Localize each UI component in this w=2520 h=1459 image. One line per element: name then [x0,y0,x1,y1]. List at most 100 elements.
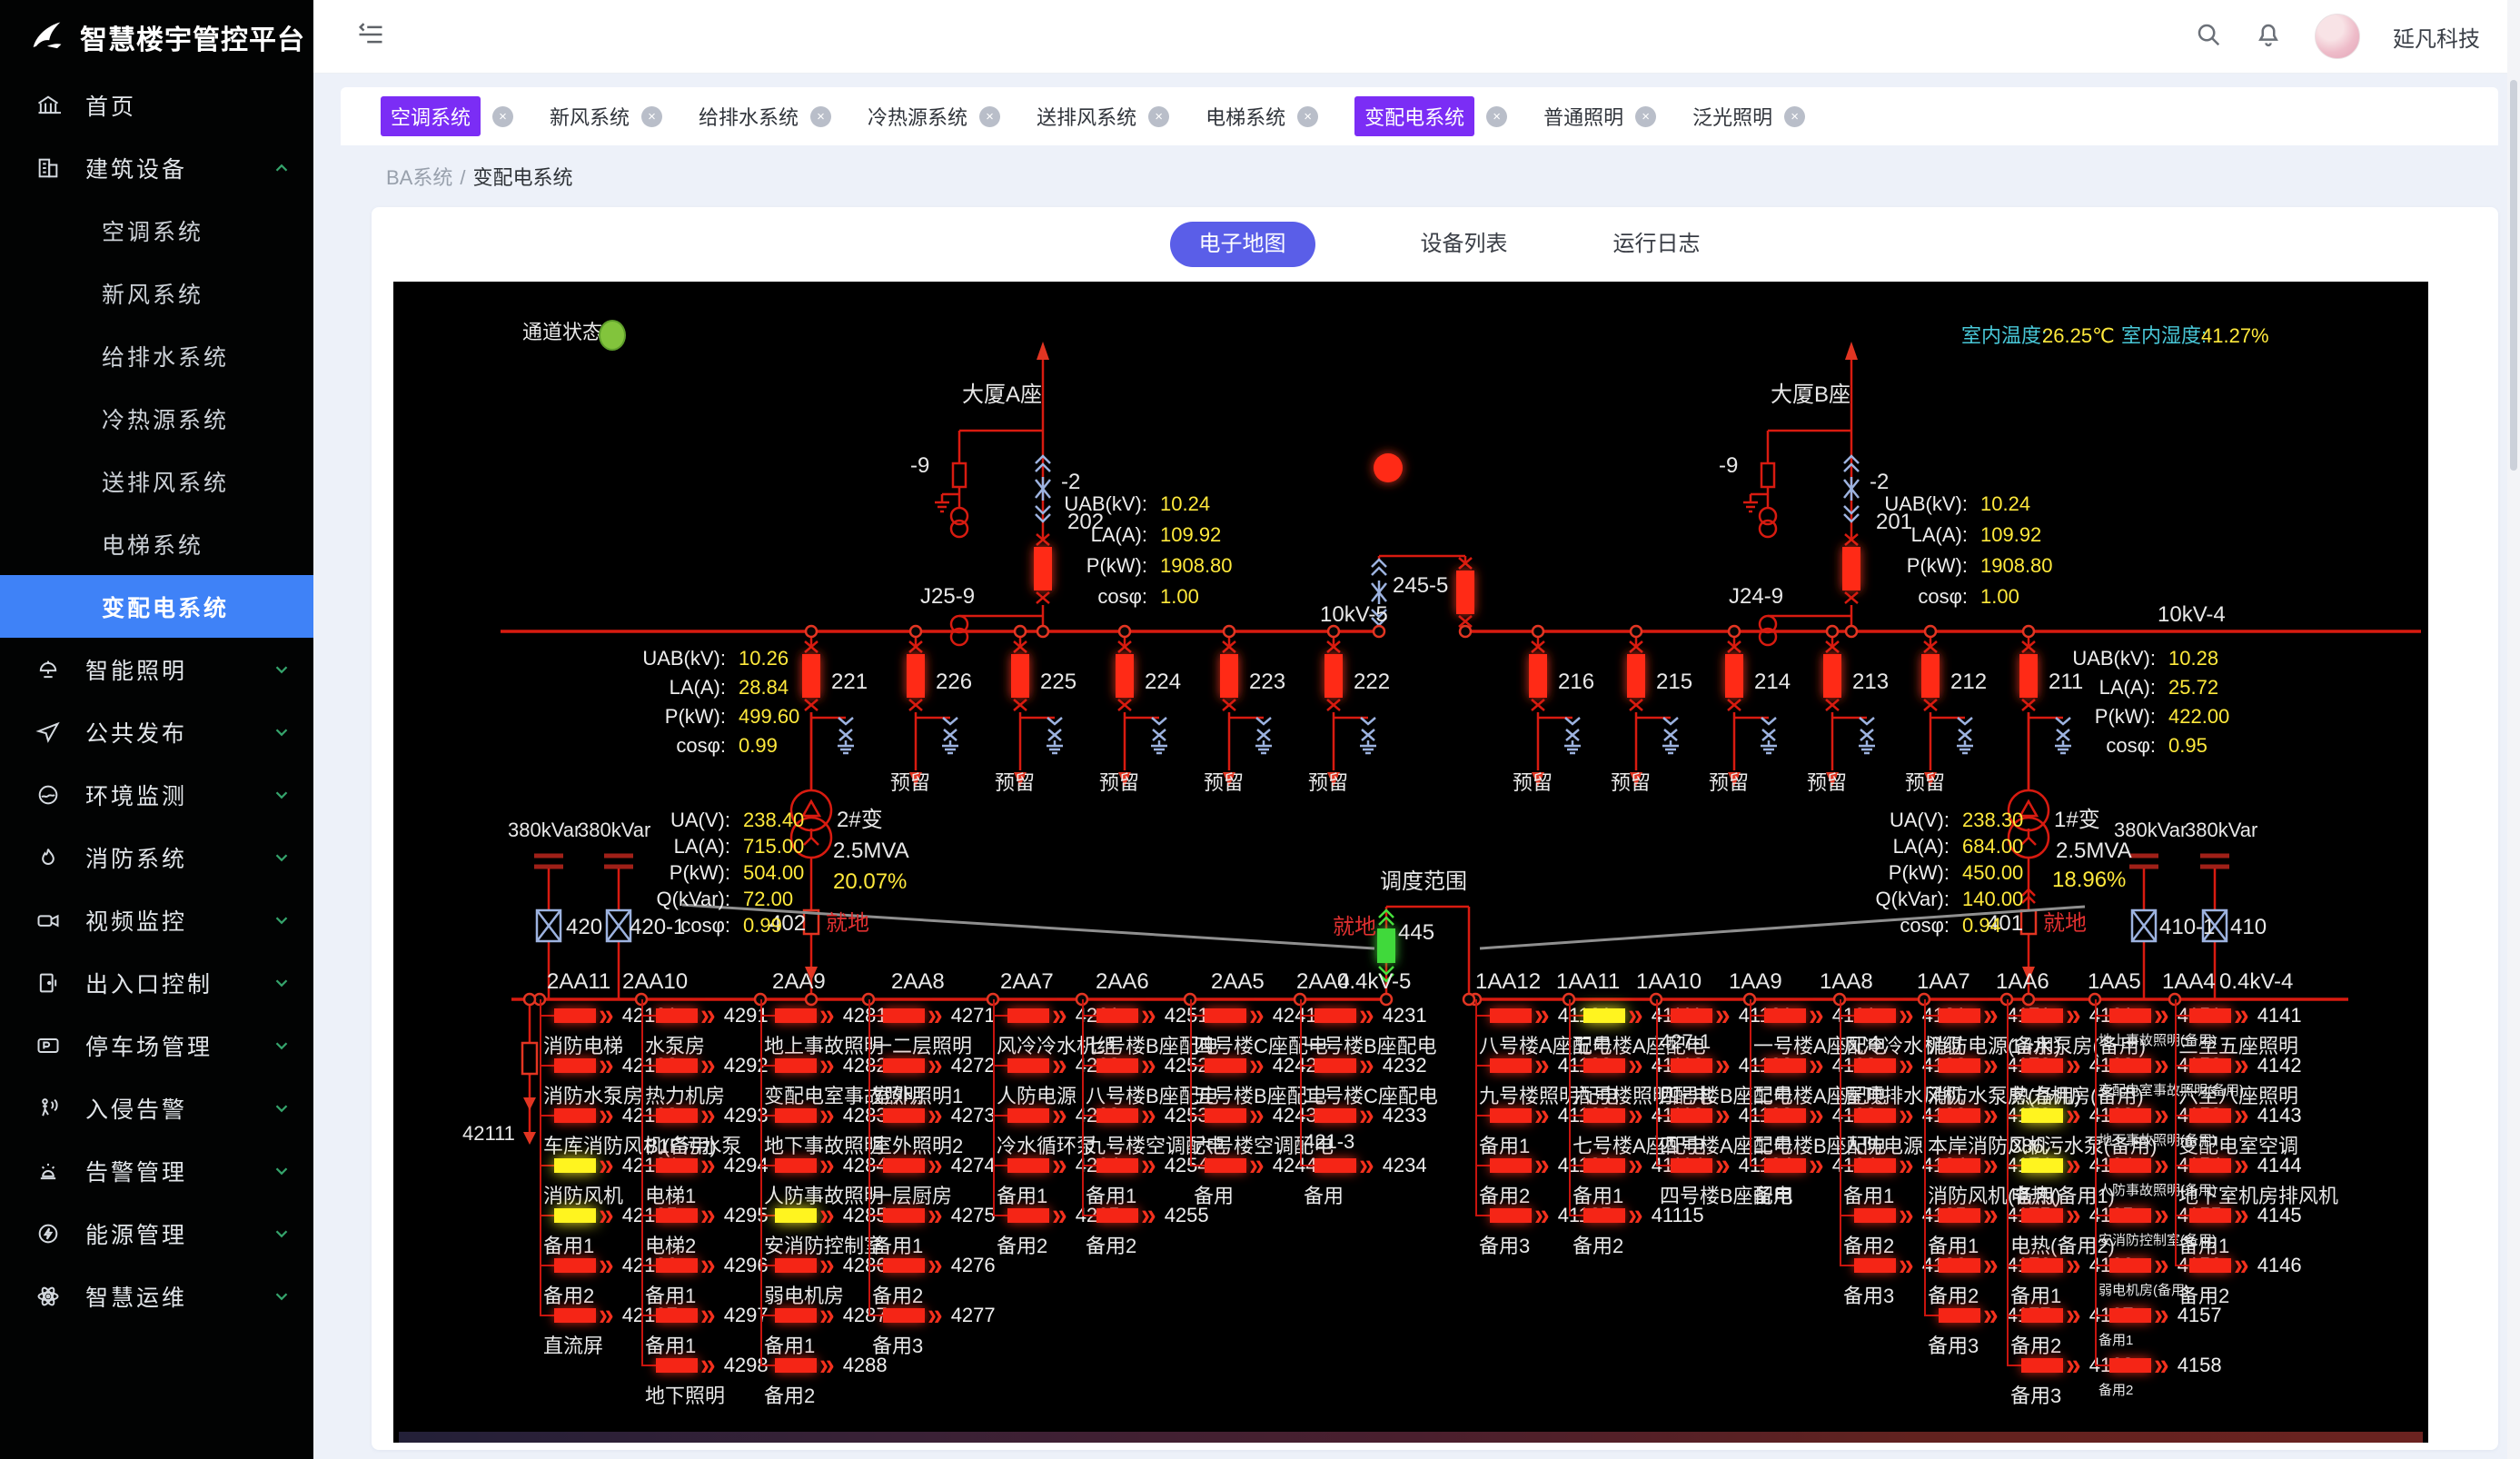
feeder-breaker[interactable] [2021,1058,2063,1073]
sidebar-item-环境监测[interactable]: 环境监测 [0,763,313,826]
feeder-breaker[interactable] [883,1008,925,1023]
feeder-breaker[interactable] [554,1158,596,1173]
feeder-breaker[interactable] [1096,1208,1138,1223]
feeder-breaker[interactable] [1007,1208,1049,1223]
feeder-4271[interactable]: »4271 [868,1008,996,1023]
feeder-breaker[interactable] [1764,1058,1806,1073]
sidebar-item-智能照明[interactable]: 智能照明 [0,638,313,700]
feeder-breaker[interactable] [2109,1308,2151,1323]
tab-给排水系统[interactable]: 给排水系统× [699,102,831,131]
feeder-4232[interactable]: »4232 [1300,1058,1427,1073]
feeder-breaker[interactable] [1764,1108,1806,1123]
feeder-breaker[interactable] [1854,1208,1896,1223]
close-icon[interactable]: × [979,106,1000,127]
sidebar-item-新风系统[interactable]: 新风系统 [0,262,313,324]
feeder-breaker[interactable] [2189,1208,2231,1223]
feeder-breaker[interactable] [2021,1208,2063,1223]
feeder-breaker[interactable] [656,1158,698,1173]
feeder-breaker[interactable] [554,1058,596,1073]
feeder-breaker[interactable] [1854,1058,1896,1073]
sidebar-item-能源管理[interactable]: 能源管理 [0,1202,313,1265]
feeder-breaker[interactable] [775,1008,817,1023]
feeder-breaker[interactable] [1096,1158,1138,1173]
tab-电梯系统[interactable]: 电梯系统× [1205,102,1318,131]
tab-新风系统[interactable]: 新风系统× [550,102,662,131]
feeder-breaker[interactable] [1096,1108,1138,1123]
feeder-4242[interactable]: »4242 [1190,1058,1317,1073]
feeder-breaker[interactable] [2189,1108,2231,1123]
tab-泛光照明[interactable]: 泛光照明× [1692,102,1805,131]
feeder-breaker[interactable] [554,1258,596,1273]
tab-送排风系统[interactable]: 送排风系统× [1037,102,1169,131]
feeder-41115[interactable]: »41115 [1569,1208,1704,1223]
feeder-breaker[interactable] [656,1258,698,1273]
feeder-4243[interactable]: »4243 [1190,1108,1317,1123]
feeder-4158[interactable]: »4158 [2095,1358,2222,1373]
feeder-breaker[interactable] [1490,1208,1532,1223]
user-avatar[interactable] [2315,14,2360,59]
feeder-breaker[interactable] [1583,1008,1625,1023]
feeder-breaker[interactable] [1939,1258,1980,1273]
feeder-4297[interactable]: »4297 [641,1308,769,1323]
feeder-breaker[interactable] [1205,1108,1246,1123]
feeder-breaker[interactable] [1583,1158,1625,1173]
close-icon[interactable]: × [1486,106,1507,127]
feeder-breaker[interactable] [1205,1008,1246,1023]
sidebar-item-变配电系统[interactable]: 变配电系统 [0,575,313,638]
feeder-breaker[interactable] [883,1308,925,1323]
close-icon[interactable]: × [1297,106,1318,127]
sidebar-item-智慧运维[interactable]: 智慧运维 [0,1265,313,1327]
sidebar-item-给排水系统[interactable]: 给排水系统 [0,324,313,387]
feeder-breaker[interactable] [1490,1158,1532,1173]
feeder-4298[interactable]: »4298 [641,1358,769,1373]
feeder-breaker[interactable] [2109,1108,2151,1123]
feeder-breaker[interactable] [1096,1008,1138,1023]
feeder-breaker[interactable] [883,1208,925,1223]
feeder-breaker[interactable] [2109,1208,2151,1223]
feeder-breaker[interactable] [1583,1208,1625,1223]
close-icon[interactable]: × [1148,106,1169,127]
breadcrumb-root[interactable]: BA系统 [386,166,452,189]
feeder-breaker[interactable] [1315,1108,1356,1123]
feeder-4288[interactable]: »4288 [760,1358,888,1373]
feeder-4274[interactable]: »4274 [868,1158,996,1173]
feeder-breaker[interactable] [775,1208,817,1223]
sidebar-item-停车场管理[interactable]: 停车场管理 [0,1014,313,1077]
feeder-4291[interactable]: »4291 [641,1008,769,1023]
sidebar-item-消防系统[interactable]: 消防系统 [0,826,313,888]
feeder-breaker[interactable] [2021,1108,2063,1123]
feeder-4141[interactable]: »4141 [2175,1008,2302,1023]
feeder-breaker[interactable] [1939,1108,1980,1123]
feeder-breaker[interactable] [883,1058,925,1073]
page-scrollbar[interactable] [2507,0,2520,1459]
feeder-breaker[interactable] [1205,1158,1246,1173]
feeder-breaker[interactable] [775,1058,817,1073]
feeder-breaker[interactable] [1671,1158,1712,1173]
feeder-breaker[interactable] [1939,1158,1980,1173]
feeder-breaker[interactable] [554,1008,596,1023]
feeder-4272[interactable]: »4272 [868,1058,996,1073]
sidebar-item-建筑设备[interactable]: 建筑设备 [0,136,313,199]
feeder-breaker[interactable] [2189,1058,2231,1073]
feeder-breaker[interactable] [656,1008,698,1023]
feeder-breaker[interactable] [1583,1108,1625,1123]
sidebar-item-空调系统[interactable]: 空调系统 [0,199,313,262]
sidebar-item-公共发布[interactable]: 公共发布 [0,700,313,763]
feeder-4146[interactable]: »4146 [2175,1258,2302,1273]
close-icon[interactable]: × [641,106,662,127]
feeder-4143[interactable]: »4143 [2175,1108,2302,1123]
feeder-breaker[interactable] [1854,1108,1896,1123]
close-icon[interactable]: × [1635,106,1656,127]
sidebar-item-出入口控制[interactable]: 出入口控制 [0,951,313,1014]
feeder-4276[interactable]: »4276 [868,1258,996,1273]
feeder-4145[interactable]: »4145 [2175,1208,2302,1223]
feeder-breaker[interactable] [656,1358,698,1373]
feeder-breaker[interactable] [554,1308,596,1323]
close-icon[interactable]: × [810,106,831,127]
tab-普通照明[interactable]: 普通照明× [1543,102,1656,131]
feeder-breaker[interactable] [1671,1008,1712,1023]
feeder-breaker[interactable] [775,1258,817,1273]
feeder-breaker[interactable] [1007,1108,1049,1123]
feeder-breaker[interactable] [1671,1058,1712,1073]
feeder-breaker[interactable] [656,1108,698,1123]
